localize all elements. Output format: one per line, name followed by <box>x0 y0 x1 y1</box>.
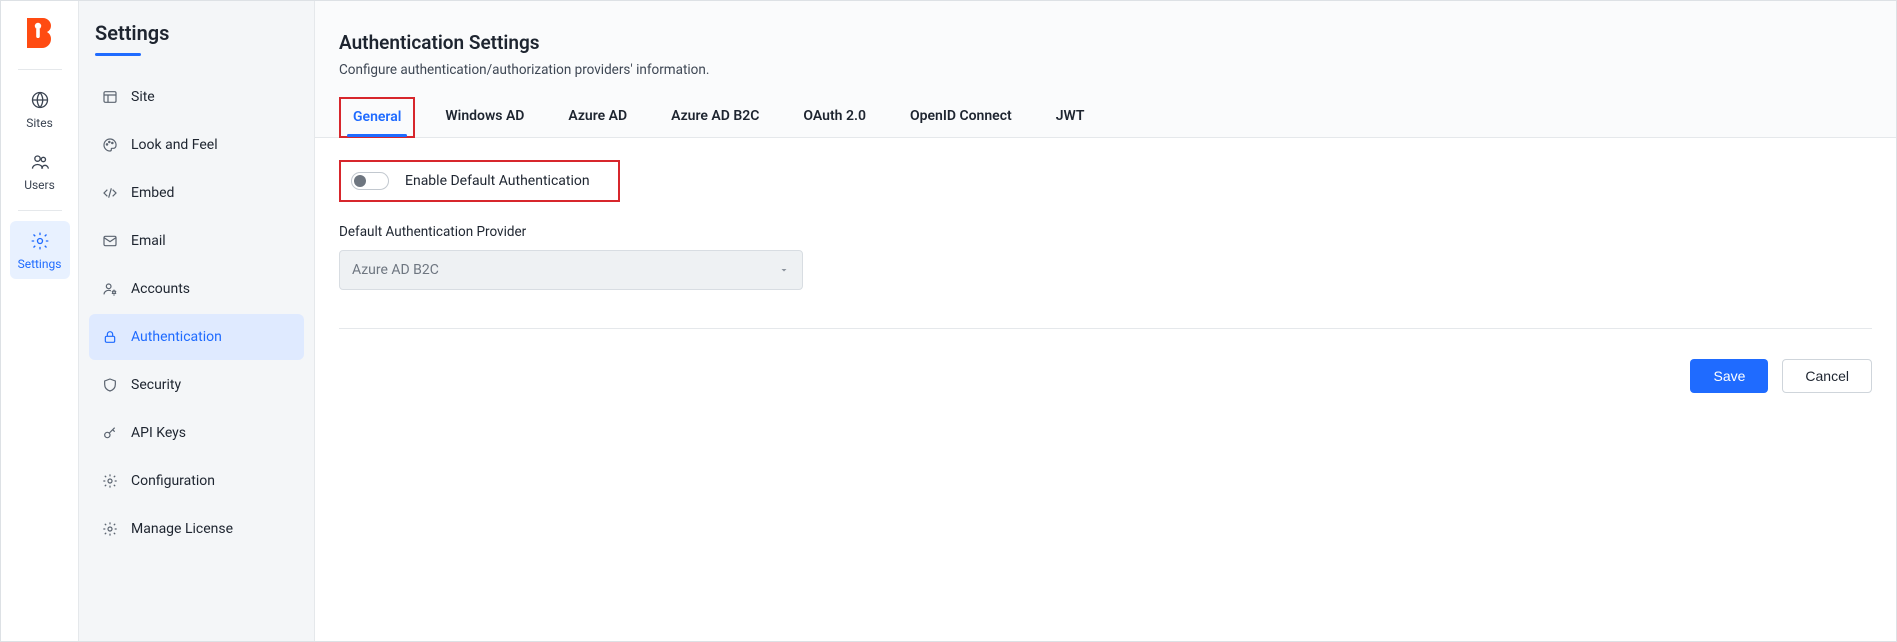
default-provider-value: Azure AD B2C <box>352 262 439 278</box>
default-provider-label: Default Authentication Provider <box>339 224 1872 240</box>
sidebar-item-api-keys[interactable]: API Keys <box>89 410 304 456</box>
rail-item-settings[interactable]: Settings <box>10 221 70 279</box>
settings-sidebar: Settings Site Look and Feel Embed Email <box>79 1 315 641</box>
tab-oauth20[interactable]: OAuth 2.0 <box>789 96 880 137</box>
sidebar-item-label: Configuration <box>131 473 215 489</box>
enable-default-auth-row: Enable Default Authentication <box>339 160 620 202</box>
default-provider-select[interactable]: Azure AD B2C <box>339 250 803 290</box>
action-bar: Save Cancel <box>339 359 1872 393</box>
brand-logo <box>20 13 60 53</box>
page-title: Authentication Settings <box>339 31 1872 54</box>
gear-icon <box>101 520 119 538</box>
mail-icon <box>101 232 119 250</box>
page-header: Authentication Settings Configure authen… <box>315 1 1896 78</box>
users-icon <box>30 152 50 172</box>
sidebar-item-label: Security <box>131 377 181 393</box>
sidebar-item-label: Site <box>131 89 155 105</box>
tab-azure-ad[interactable]: Azure AD <box>554 96 641 137</box>
save-button[interactable]: Save <box>1690 359 1768 393</box>
rail-divider <box>18 210 62 211</box>
user-gear-icon <box>101 280 119 298</box>
shield-icon <box>101 376 119 394</box>
tab-panel-general: Enable Default Authentication Default Au… <box>315 138 1896 641</box>
nav-rail: Sites Users Settings <box>1 1 79 641</box>
sidebar-item-accounts[interactable]: Accounts <box>89 266 304 312</box>
rail-item-users[interactable]: Users <box>10 142 70 200</box>
sidebar-item-site[interactable]: Site <box>89 74 304 120</box>
sidebar-item-embed[interactable]: Embed <box>89 170 304 216</box>
sidebar-item-authentication[interactable]: Authentication <box>89 314 304 360</box>
globe-icon <box>30 90 50 110</box>
sidebar-title-underline <box>95 53 141 56</box>
palette-icon <box>101 136 119 154</box>
rail-item-label: Settings <box>18 257 62 271</box>
sidebar-item-security[interactable]: Security <box>89 362 304 408</box>
sidebar-item-label: Authentication <box>131 329 222 345</box>
toggle-knob <box>354 175 366 187</box>
auth-tabs: General Windows AD Azure AD Azure AD B2C… <box>315 96 1896 138</box>
sidebar-title: Settings <box>89 17 304 53</box>
sidebar-item-configuration[interactable]: Configuration <box>89 458 304 504</box>
rail-divider <box>18 69 62 70</box>
sidebar-item-label: Embed <box>131 185 174 201</box>
rail-item-label: Sites <box>26 116 53 130</box>
code-icon <box>101 184 119 202</box>
tab-azure-ad-b2c[interactable]: Azure AD B2C <box>657 96 773 137</box>
section-divider <box>339 328 1872 329</box>
sidebar-item-email[interactable]: Email <box>89 218 304 264</box>
cancel-button[interactable]: Cancel <box>1782 359 1872 393</box>
gear-icon <box>30 231 50 251</box>
sidebar-item-label: Accounts <box>131 281 190 297</box>
rail-item-label: Users <box>24 178 55 192</box>
sidebar-item-label: Manage License <box>131 521 233 537</box>
enable-default-auth-toggle[interactable] <box>351 172 389 190</box>
tab-jwt[interactable]: JWT <box>1042 96 1099 137</box>
gear-icon <box>101 472 119 490</box>
page-subtitle: Configure authentication/authorization p… <box>339 62 1872 78</box>
chevron-down-icon <box>778 264 790 276</box>
tab-general[interactable]: General <box>339 97 415 138</box>
sidebar-item-label: Look and Feel <box>131 137 218 153</box>
lock-icon <box>101 328 119 346</box>
sidebar-item-look-and-feel[interactable]: Look and Feel <box>89 122 304 168</box>
rail-item-sites[interactable]: Sites <box>10 80 70 138</box>
enable-default-auth-label: Enable Default Authentication <box>405 173 590 189</box>
sidebar-item-label: API Keys <box>131 425 186 441</box>
sidebar-item-manage-license[interactable]: Manage License <box>89 506 304 552</box>
tab-openid-connect[interactable]: OpenID Connect <box>896 96 1026 137</box>
layout-icon <box>101 88 119 106</box>
tab-windows-ad[interactable]: Windows AD <box>431 96 538 137</box>
sidebar-item-label: Email <box>131 233 166 249</box>
key-icon <box>101 424 119 442</box>
main-content: Authentication Settings Configure authen… <box>315 1 1896 641</box>
